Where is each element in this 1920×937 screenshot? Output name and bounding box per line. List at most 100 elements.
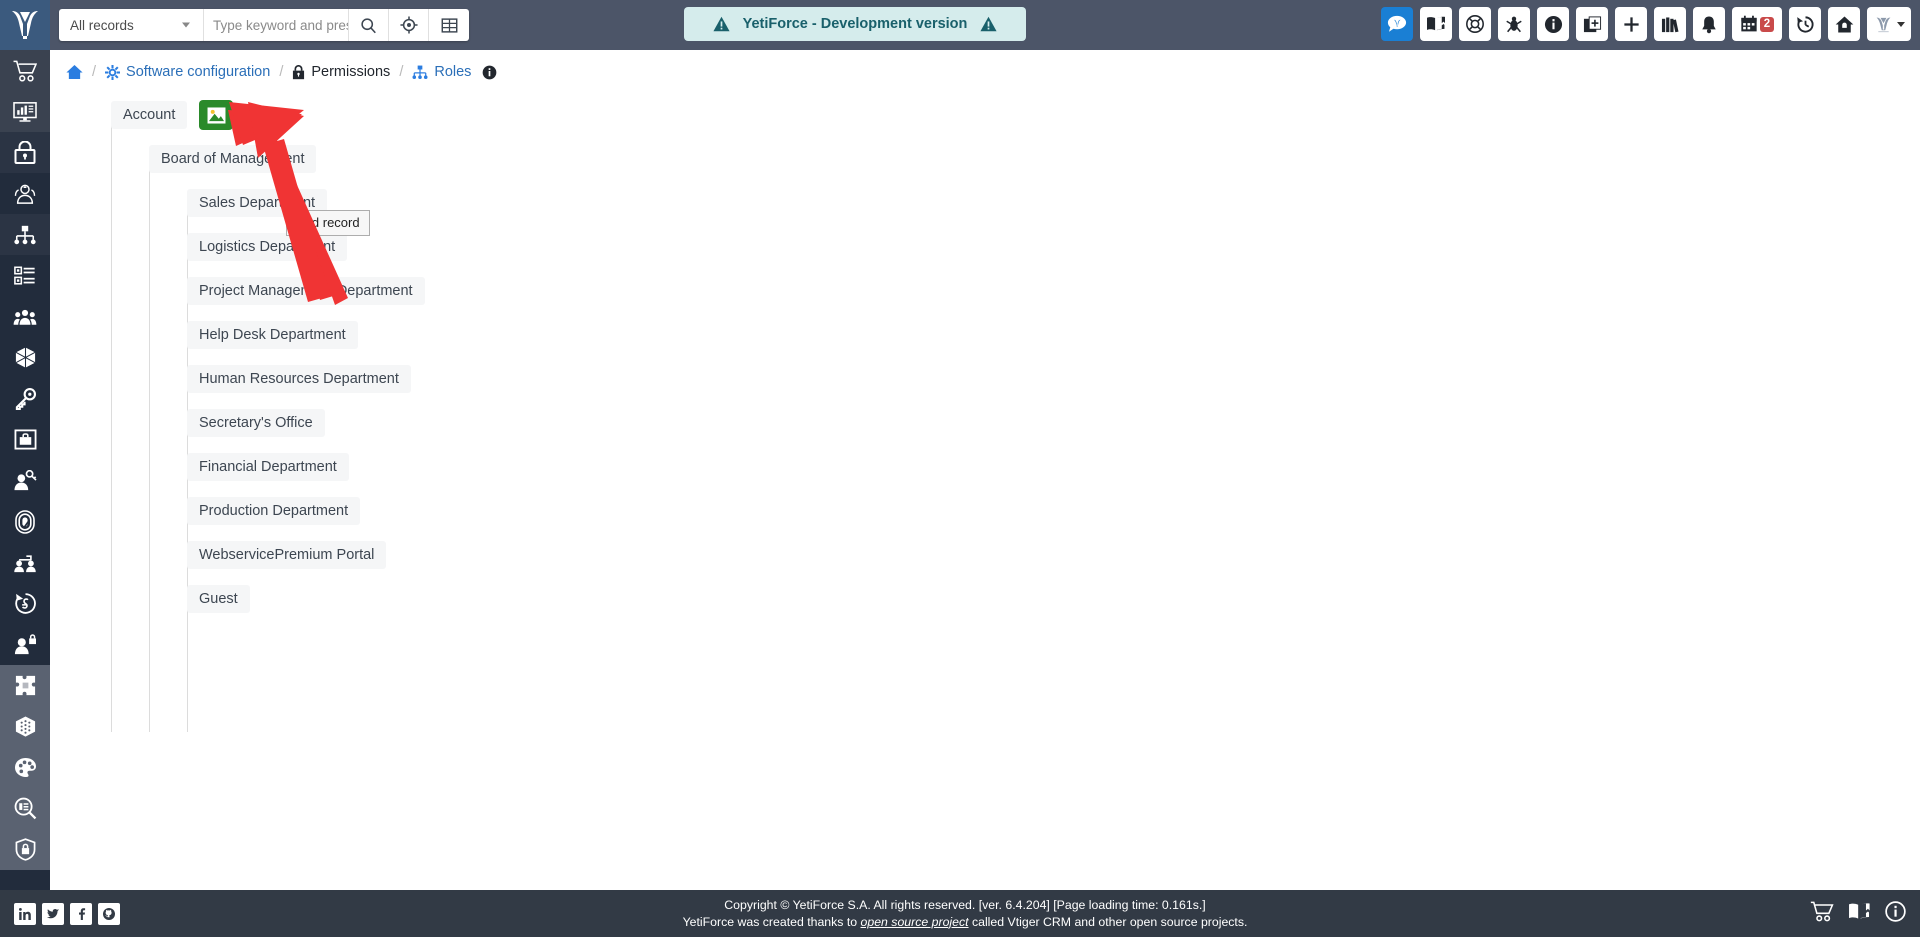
sidebar-item-logs[interactable]	[0, 788, 50, 829]
tree-node[interactable]: WebservicePremium Portal	[187, 541, 387, 569]
tree-node[interactable]: Guest	[187, 585, 250, 613]
grid-view-button[interactable]	[429, 9, 469, 41]
home-icon	[1835, 16, 1853, 32]
bug-icon	[1506, 16, 1522, 33]
image-icon	[207, 106, 226, 124]
footer: Copyright © YetiForce S.A. All rights re…	[0, 890, 1920, 937]
info-circle-icon	[1885, 900, 1906, 922]
breadcrumb-label: Permissions	[311, 64, 391, 80]
left-sidebar	[0, 50, 50, 937]
breadcrumb-separator: /	[399, 64, 404, 80]
app-logo[interactable]	[0, 0, 50, 50]
info-icon[interactable]	[1885, 900, 1906, 927]
tree-row: Logistics Department	[164, 232, 1920, 262]
open-source-project-link[interactable]: open source project	[861, 915, 969, 929]
book-icon	[1427, 16, 1445, 31]
history-icon	[1796, 15, 1814, 33]
sidebar-item-data[interactable]	[0, 706, 50, 747]
user-menu-button[interactable]	[1867, 7, 1911, 41]
tree-node[interactable]: Board of Management	[149, 145, 317, 173]
github-icon[interactable]	[98, 902, 120, 925]
breadcrumb-item-roles[interactable]: Roles	[412, 64, 471, 80]
tree-node-account[interactable]: Account	[111, 101, 188, 129]
monitor-chart-icon	[13, 101, 37, 122]
twitter-icon[interactable]	[42, 902, 64, 925]
facebook-icon[interactable]	[70, 902, 92, 925]
sidebar-item-groups[interactable]	[0, 173, 50, 214]
breadcrumb-item-permissions[interactable]: Permissions	[292, 64, 390, 80]
sidebar-item-profiles[interactable]	[0, 255, 50, 296]
yetiforce-logo-icon	[12, 11, 38, 39]
sidebar-item-security[interactable]	[0, 829, 50, 870]
sidebar-item-authentication[interactable]	[0, 501, 50, 542]
sidebar-item-modules[interactable]	[0, 337, 50, 378]
tree-node[interactable]: Financial Department	[187, 453, 349, 481]
cart-icon	[1810, 901, 1834, 921]
tree-row: Sales Department	[164, 188, 1920, 218]
add-button[interactable]	[1615, 7, 1647, 41]
sidebar-item-roles[interactable]	[0, 214, 50, 255]
sidebar-item-sharing[interactable]	[0, 296, 50, 337]
calendar-button[interactable]: 2	[1732, 7, 1782, 41]
yetiforce-avatar-icon	[1876, 17, 1890, 32]
tree-node[interactable]: Help Desk Department	[187, 321, 358, 349]
top-bar: All records Type keyword and press e Yet…	[0, 0, 1920, 50]
grid-icon	[441, 17, 457, 33]
sidebar-item-access-key[interactable]	[0, 378, 50, 419]
sidebar-item-user-share[interactable]	[0, 542, 50, 583]
shop-cart-icon[interactable]	[1810, 901, 1834, 927]
calendar-icon	[1741, 15, 1757, 32]
library-button[interactable]	[1654, 7, 1686, 41]
bug-report-button[interactable]	[1498, 7, 1530, 41]
record-filter-select[interactable]: All records	[59, 9, 204, 41]
documentation-icon[interactable]	[1848, 901, 1871, 926]
history-button[interactable]	[1789, 7, 1821, 41]
quick-create-button[interactable]	[1576, 7, 1608, 41]
lock-icon	[293, 64, 305, 79]
home-icon	[66, 64, 83, 80]
documentation-button[interactable]	[1420, 7, 1452, 41]
gear-icon	[105, 64, 121, 80]
breadcrumb-label: Roles	[434, 64, 472, 80]
info-button[interactable]	[1537, 7, 1569, 41]
tree-node[interactable]: Production Department	[187, 497, 361, 525]
breadcrumb-home[interactable]	[66, 64, 83, 80]
user-lock-icon	[14, 633, 36, 654]
cube-icon	[15, 347, 35, 368]
crosshair-icon	[399, 16, 418, 34]
main-content: / Software configuration / Permissions /…	[50, 50, 1920, 887]
sidebar-item-user-key[interactable]	[0, 460, 50, 501]
tree-node[interactable]: Project Management Department	[187, 277, 425, 305]
tree-node[interactable]: Human Resources Department	[187, 365, 411, 393]
linkedin-icon[interactable]	[14, 902, 36, 925]
footer-copyright: Copyright © YetiForce S.A. All rights re…	[683, 897, 1248, 930]
search-input[interactable]	[204, 9, 349, 41]
support-button[interactable]	[1459, 7, 1491, 41]
home-button[interactable]	[1828, 7, 1860, 41]
notifications-button[interactable]	[1693, 7, 1725, 41]
linkedin-glyph	[19, 907, 31, 920]
advanced-search-button[interactable]	[389, 9, 429, 41]
sidebar-item-integrations[interactable]	[0, 665, 50, 706]
sidebar-item-user-lock[interactable]	[0, 624, 50, 665]
add-record-button[interactable]	[199, 100, 234, 130]
tree-node[interactable]: Logistics Department	[187, 233, 348, 261]
shopping-cart-icon	[13, 60, 37, 81]
sidebar-item-dashboard[interactable]	[0, 91, 50, 132]
breadcrumb-info-icon[interactable]	[482, 65, 497, 80]
search-button[interactable]	[349, 9, 389, 41]
sidebar-item-privileges[interactable]	[0, 419, 50, 460]
sidebar-item-permissions[interactable]	[0, 132, 50, 173]
briefcase-box-icon	[14, 429, 36, 450]
sidebar-item-refresh-currency[interactable]	[0, 583, 50, 624]
breadcrumb-item-software-configuration[interactable]: Software configuration	[105, 64, 270, 80]
sidebar-item-appearance[interactable]	[0, 747, 50, 788]
currency-refresh-icon	[14, 593, 36, 614]
bell-icon	[1702, 15, 1716, 33]
tree-node[interactable]: Secretary's Office	[187, 409, 325, 437]
add-child-button[interactable]	[246, 105, 266, 125]
sidebar-item-sales[interactable]	[0, 50, 50, 91]
tree-row: Board of Management	[126, 144, 1920, 174]
footer-icon-group	[1810, 900, 1906, 927]
chat-button[interactable]	[1381, 7, 1413, 41]
